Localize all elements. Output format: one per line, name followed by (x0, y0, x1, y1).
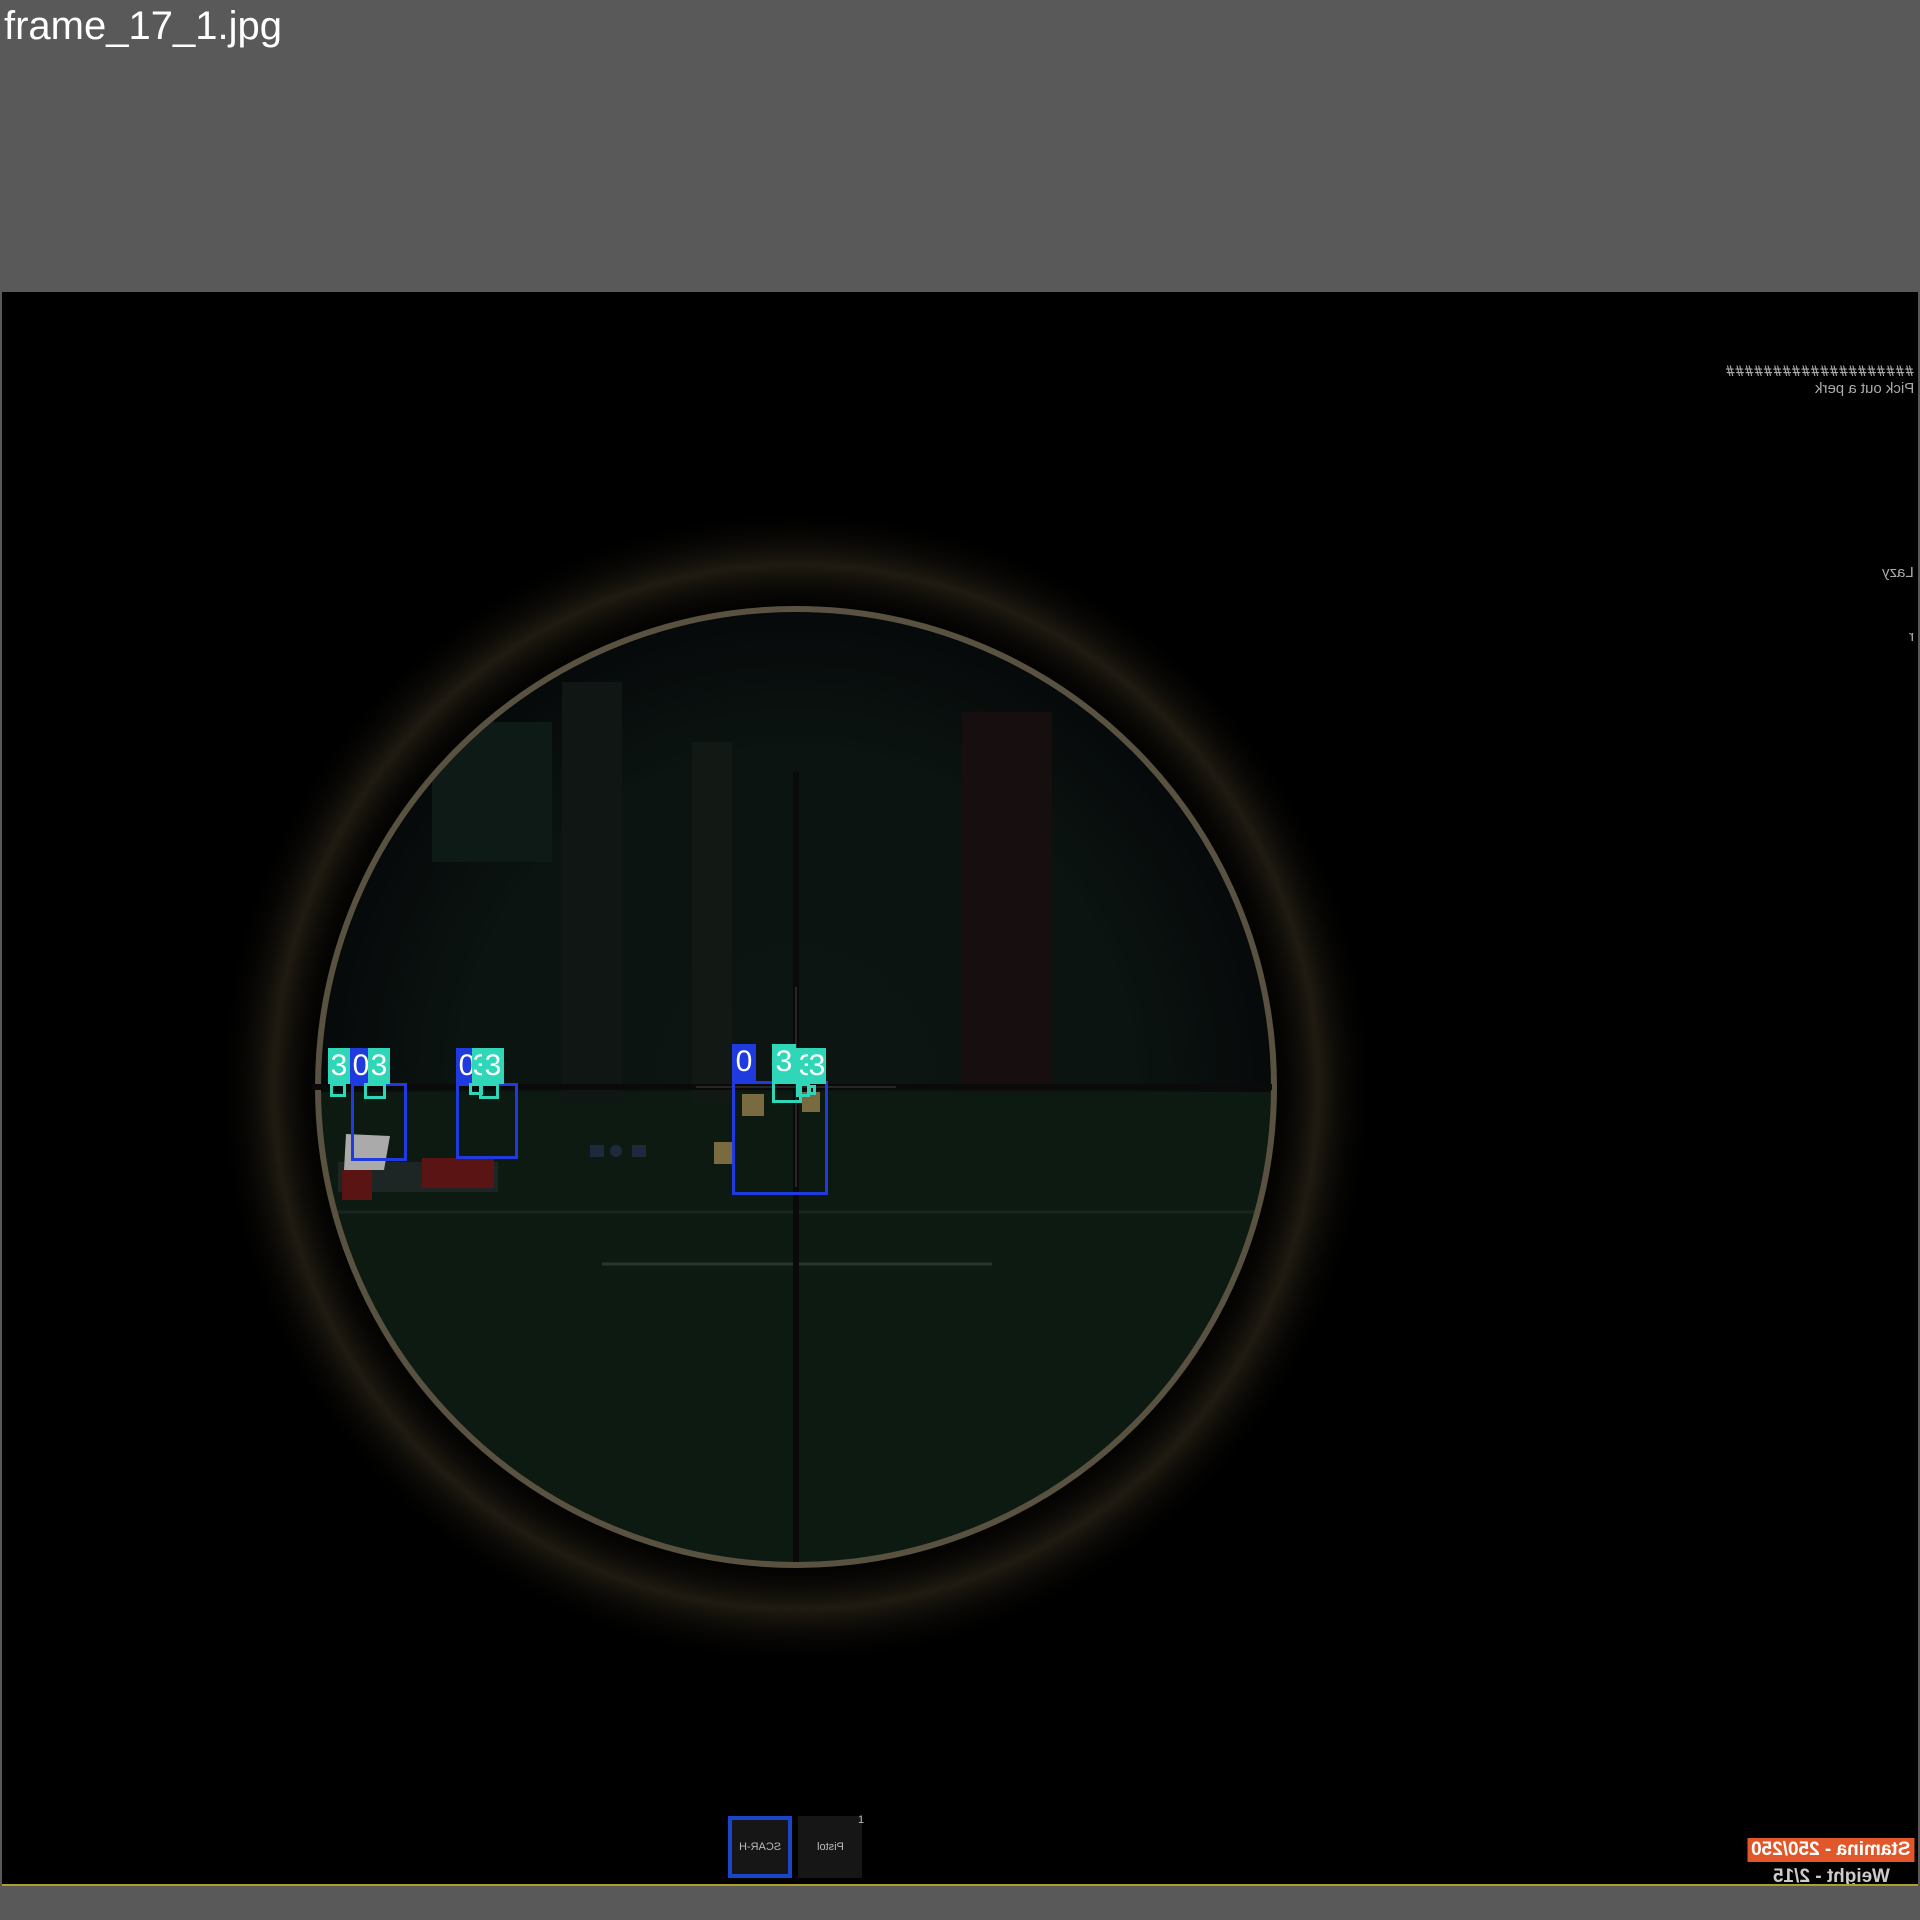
detection-label: 3 (328, 1048, 350, 1084)
side-label: Lazy (1882, 564, 1914, 581)
bottom-padding (0, 1886, 1920, 1920)
detection-box (479, 1083, 499, 1099)
hotbar-slot-label: SCAR-H (738, 1841, 782, 1853)
detection-box (808, 1085, 816, 1095)
game-viewport: #################### Pick out a perk Laz… (2, 292, 1918, 1886)
detection-label: 3 (482, 1048, 504, 1084)
screenshot-frame: frame_17_1.jpg #################### Pick… (0, 0, 1920, 1920)
detection-box (364, 1083, 386, 1099)
hotbar-slot-number: 1 (858, 1814, 865, 1826)
stamina-readout: Stamina - 250/250 (1746, 1838, 1914, 1862)
weight-readout: Weight - 2/15 (1773, 1866, 1890, 1886)
hotbar-slot-label: Pistol (816, 1841, 844, 1853)
detection-label: 3 (772, 1044, 796, 1082)
detection-label: 3 (368, 1048, 390, 1084)
detection-box (330, 1083, 346, 1097)
hotbar-slot-pistol[interactable]: Pistol (798, 1816, 862, 1878)
perk-prompt: Pick out a perk (1814, 380, 1914, 397)
side-label-2: r (1909, 628, 1914, 645)
detection-label: 0 (732, 1044, 756, 1082)
filename-caption: frame_17_1.jpg (4, 4, 282, 48)
perk-header: #################### (1725, 364, 1914, 380)
detection-label: 3 (808, 1048, 826, 1084)
scope-view (216, 507, 1376, 1667)
hotbar-slot-scar[interactable]: SCAR-H (728, 1816, 792, 1878)
